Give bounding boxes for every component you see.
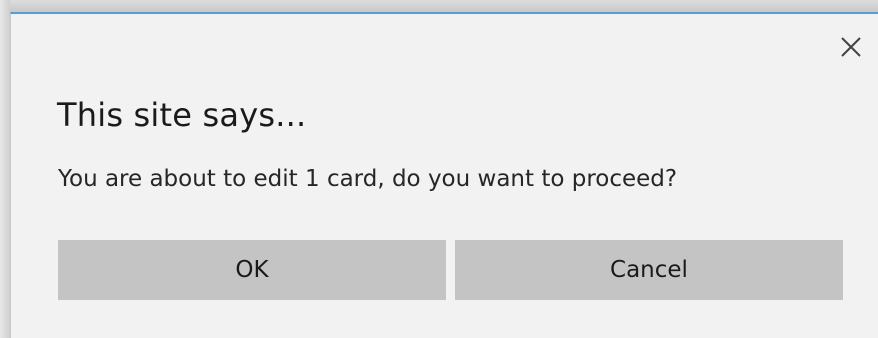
dialog-title: This site says...	[57, 96, 307, 134]
dialog-message: You are about to edit 1 card, do you wan…	[58, 166, 678, 192]
ok-button[interactable]: OK	[58, 240, 446, 300]
alert-dialog: This site says... You are about to edit …	[10, 12, 878, 338]
close-icon	[841, 37, 861, 57]
close-button[interactable]	[836, 32, 866, 62]
cancel-button[interactable]: Cancel	[455, 240, 843, 300]
window-shadow-top	[0, 0, 878, 12]
window-shadow-left	[0, 0, 10, 338]
